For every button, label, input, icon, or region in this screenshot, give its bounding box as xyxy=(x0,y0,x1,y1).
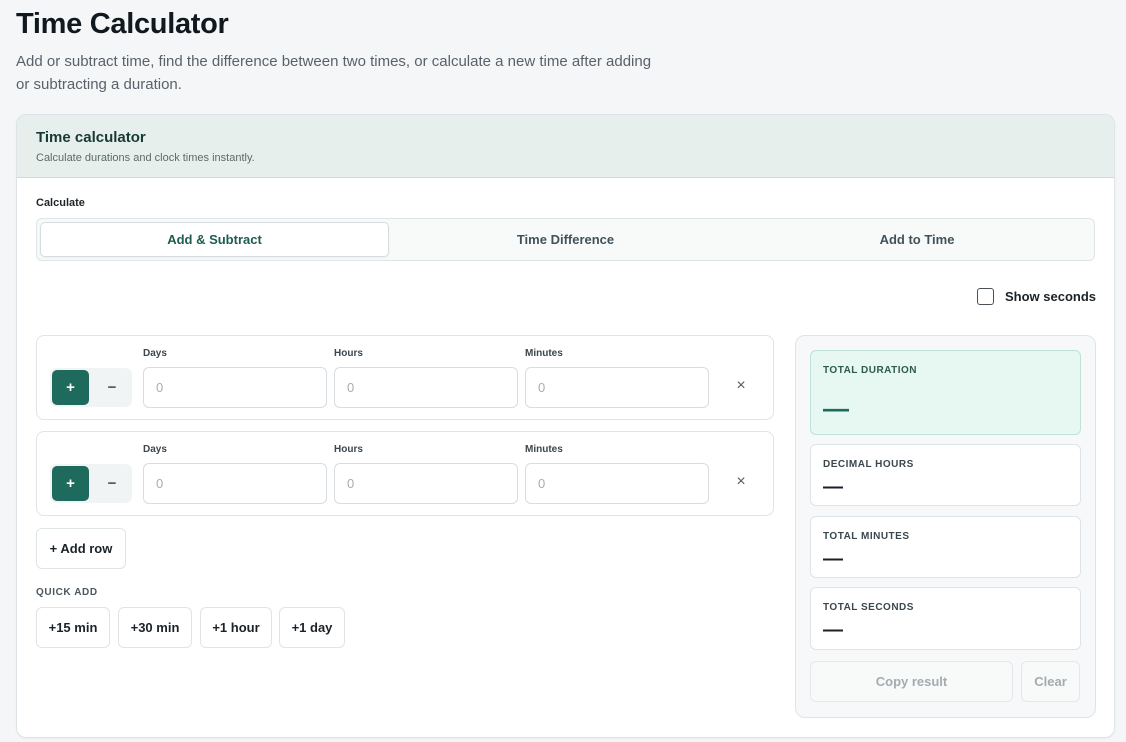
time-calculator-card: Time calculator Calculate durations and … xyxy=(16,114,1115,738)
quick-add-1-hour-button[interactable]: +1 hour xyxy=(200,607,272,648)
mode-tabs: Add & Subtract Time Difference Add to Ti… xyxy=(36,218,1095,261)
tab-add-to-time[interactable]: Add to Time xyxy=(742,222,1092,257)
hours-input[interactable] xyxy=(334,463,518,504)
days-input[interactable] xyxy=(143,463,327,504)
total-minutes-result: TOTAL MINUTES — xyxy=(810,516,1081,578)
minutes-input[interactable] xyxy=(525,463,709,504)
hours-label: Hours xyxy=(334,444,363,455)
decimal-hours-value: — xyxy=(823,476,843,498)
subtract-operation-button[interactable]: − xyxy=(94,370,130,405)
hours-label: Hours xyxy=(334,348,363,359)
tab-add-subtract[interactable]: Add & Subtract xyxy=(40,222,389,257)
card-title: Time calculator xyxy=(36,129,146,146)
clear-button[interactable]: Clear xyxy=(1021,661,1080,702)
copy-result-button[interactable]: Copy result xyxy=(810,661,1013,702)
page-description: Add or subtract time, find the differenc… xyxy=(16,53,652,93)
card-subtitle: Calculate durations and clock times inst… xyxy=(36,152,255,164)
page-title: Time Calculator xyxy=(16,8,229,40)
quick-add-1-day-button[interactable]: +1 day xyxy=(279,607,345,648)
operation-toggle: + − xyxy=(50,464,132,503)
results-panel: TOTAL DURATION — DECIMAL HOURS — TOTAL M… xyxy=(795,335,1096,718)
total-minutes-label: TOTAL MINUTES xyxy=(823,531,910,542)
calculate-label: Calculate xyxy=(36,197,85,209)
total-seconds-value: — xyxy=(823,619,843,641)
minutes-input[interactable] xyxy=(525,367,709,408)
operation-toggle: + − xyxy=(50,368,132,407)
show-seconds-label: Show seconds xyxy=(1005,289,1097,304)
duration-row: + − Days Hours Minutes × xyxy=(36,431,774,516)
show-seconds-checkbox[interactable] xyxy=(977,288,994,305)
show-seconds-toggle[interactable]: Show seconds xyxy=(977,288,1096,305)
remove-row-icon[interactable]: × xyxy=(731,470,751,494)
days-label: Days xyxy=(143,444,167,455)
days-label: Days xyxy=(143,348,167,359)
total-duration-value: — xyxy=(823,393,849,423)
add-row-button[interactable]: + Add row xyxy=(36,528,126,569)
minutes-label: Minutes xyxy=(525,348,563,359)
quick-add-label: QUICK ADD xyxy=(36,587,98,598)
total-duration-result: TOTAL DURATION — xyxy=(810,350,1081,435)
tab-time-difference[interactable]: Time Difference xyxy=(391,222,740,257)
hours-input[interactable] xyxy=(334,367,518,408)
decimal-hours-result: DECIMAL HOURS — xyxy=(810,444,1081,506)
duration-row: + − Days Hours Minutes × xyxy=(36,335,774,420)
card-header: Time calculator Calculate durations and … xyxy=(17,115,1114,178)
total-minutes-value: — xyxy=(823,548,843,570)
quick-add-15-min-button[interactable]: +15 min xyxy=(36,607,110,648)
minutes-label: Minutes xyxy=(525,444,563,455)
remove-row-icon[interactable]: × xyxy=(731,374,751,398)
quick-add-30-min-button[interactable]: +30 min xyxy=(118,607,192,648)
total-seconds-result: TOTAL SECONDS — xyxy=(810,587,1081,650)
subtract-operation-button[interactable]: − xyxy=(94,466,130,501)
days-input[interactable] xyxy=(143,367,327,408)
total-seconds-label: TOTAL SECONDS xyxy=(823,602,914,613)
decimal-hours-label: DECIMAL HOURS xyxy=(823,459,914,470)
add-operation-button[interactable]: + xyxy=(52,370,89,405)
add-operation-button[interactable]: + xyxy=(52,466,89,501)
total-duration-label: TOTAL DURATION xyxy=(823,365,918,376)
